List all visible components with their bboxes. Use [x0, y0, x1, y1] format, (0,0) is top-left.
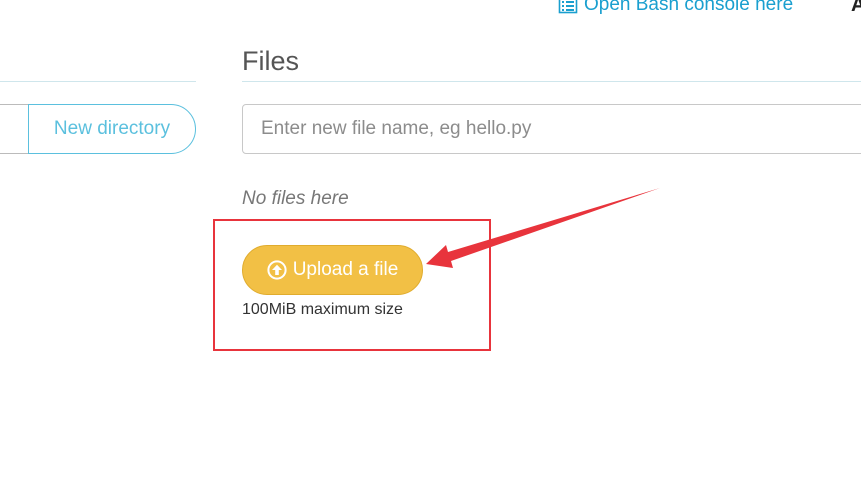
new-directory-input[interactable]	[0, 104, 30, 154]
upload-file-label: Upload a file	[292, 259, 399, 280]
open-bash-console-label: Open Bash console here	[584, 0, 794, 15]
new-directory-button[interactable]: New directory	[28, 104, 196, 154]
new-file-name-input[interactable]	[242, 104, 861, 154]
console-list-icon	[558, 0, 578, 14]
files-heading: Files	[242, 46, 300, 76]
annotation-arrow	[426, 188, 660, 268]
upload-file-button[interactable]: Upload a file	[242, 245, 423, 295]
files-divider	[242, 81, 861, 82]
cut-off-header-text: A	[851, 0, 861, 16]
empty-files-message: No files here	[242, 188, 349, 209]
directories-divider	[0, 81, 196, 82]
max-size-note: 100MiB maximum size	[242, 301, 403, 318]
open-bash-console-link[interactable]: Open Bash console here	[558, 0, 793, 16]
arrow-up-circle-icon	[267, 260, 287, 280]
